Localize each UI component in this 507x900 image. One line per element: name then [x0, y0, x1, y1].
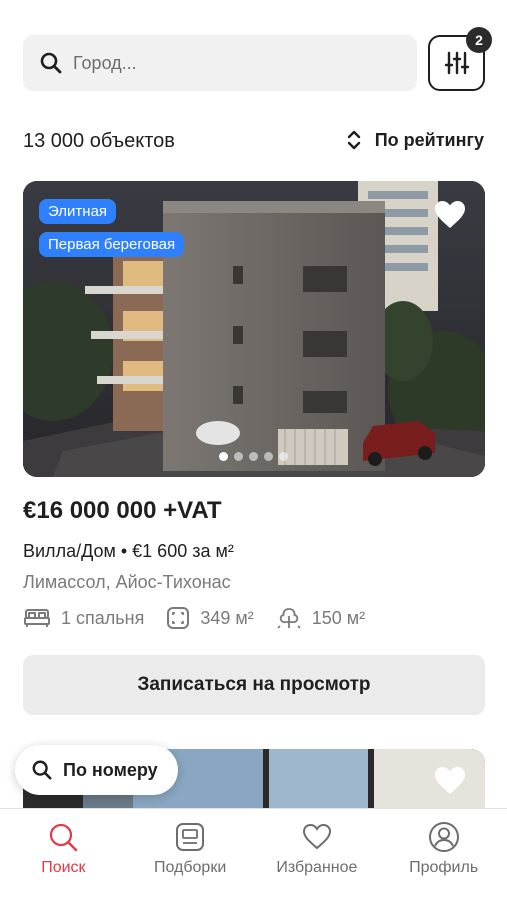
search-input[interactable]	[73, 52, 393, 74]
profile-icon	[428, 822, 459, 852]
search-icon	[50, 823, 78, 852]
carousel-dots	[219, 452, 288, 461]
carousel-dot[interactable]	[264, 452, 273, 461]
search-by-number-button[interactable]: По номеру	[15, 745, 178, 795]
listing-location: Лимассол, Айос-Тихонас	[23, 572, 231, 592]
bed-icon	[24, 609, 50, 627]
plot-value: 150 м²	[311, 607, 366, 628]
tag-elite: Элитная	[39, 199, 117, 224]
nav-label: Подборки	[153, 859, 227, 876]
sliders-icon	[444, 51, 469, 75]
listing-features: 1 спальня 349 м² 150 м²	[23, 606, 387, 630]
plot-tree-icon	[277, 608, 301, 629]
listing-photo-carousel[interactable]: Элитная Первая береговая	[23, 181, 485, 477]
filter-count-badge: 2	[466, 27, 492, 53]
collections-icon	[176, 823, 205, 851]
carousel-dot[interactable]	[249, 452, 258, 461]
carousel-dot[interactable]	[219, 452, 228, 461]
feature-bedrooms: 1 спальня	[23, 607, 144, 629]
nav-item-profile[interactable]: Профиль	[380, 809, 507, 900]
building-photo	[23, 181, 485, 477]
nav-item-favorites[interactable]: Избранное	[254, 809, 381, 900]
feature-area: 349 м²	[166, 606, 254, 630]
search-by-number-label: По номеру	[63, 759, 158, 780]
listing-type-and-price-per-m2: Вилла/Дом • €1 600 за м²	[23, 541, 234, 561]
nav-item-collections[interactable]: Подборки	[127, 809, 254, 900]
bedrooms-value: 1 спальня	[61, 607, 145, 628]
search-icon	[40, 52, 62, 74]
feature-plot: 150 м²	[276, 606, 365, 630]
nav-label: Профиль	[409, 859, 479, 876]
bottom-navigation: Поиск Подборки Избранное Профиль	[0, 808, 507, 900]
sort-icon	[347, 130, 360, 150]
search-icon	[32, 760, 52, 780]
carousel-dot[interactable]	[234, 452, 243, 461]
favorite-heart-icon[interactable]	[433, 199, 467, 229]
results-count: 13 000 объектов	[23, 130, 175, 152]
sort-label: По рейтингу	[374, 129, 484, 150]
area-value: 349 м²	[200, 607, 254, 628]
nav-label: Поиск	[41, 859, 86, 876]
nav-item-search[interactable]: Поиск	[0, 809, 127, 900]
listing-price: €16 000 000 +VAT	[23, 497, 222, 524]
nav-label: Избранное	[276, 859, 358, 876]
heart-icon	[302, 823, 331, 850]
favorite-heart-icon[interactable]	[433, 765, 467, 795]
carousel-dot[interactable]	[279, 452, 288, 461]
area-icon	[167, 607, 190, 629]
book-viewing-button[interactable]: Записаться на просмотр	[23, 655, 485, 715]
tag-beachfront: Первая береговая	[39, 232, 185, 257]
sort-control[interactable]: По рейтингу	[345, 128, 484, 152]
search-box[interactable]	[23, 35, 417, 91]
